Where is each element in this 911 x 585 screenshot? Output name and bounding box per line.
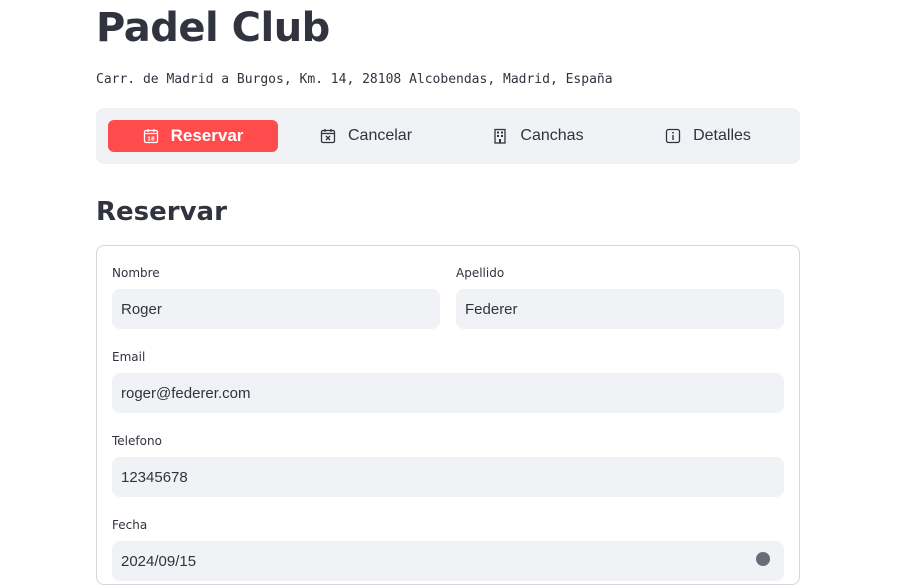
email-input[interactable] <box>112 373 784 413</box>
navigation-menu: 18 Reservar Cancelar Canchas Detalles <box>96 108 800 164</box>
club-address: Carr. de Madrid a Burgos, Km. 14, 28108 … <box>96 72 613 87</box>
nav-item-label: Cancelar <box>347 127 413 144</box>
fecha-input[interactable] <box>112 541 784 581</box>
nav-item-label: Canchas <box>520 127 584 144</box>
clear-date-icon[interactable] <box>756 552 770 566</box>
apellido-label: Apellido <box>456 266 505 280</box>
calendar-x-icon <box>320 128 336 144</box>
telefono-input[interactable] <box>112 457 784 497</box>
fecha-label: Fecha <box>112 518 148 532</box>
nav-item-label: Detalles <box>693 127 751 144</box>
telefono-label: Telefono <box>112 434 162 448</box>
svg-text:18: 18 <box>147 137 155 143</box>
nav-item-canchas[interactable]: Canchas <box>478 120 598 152</box>
section-title: Reservar <box>96 197 227 227</box>
nav-item-label: Reservar <box>170 126 244 145</box>
nav-item-cancelar[interactable]: Cancelar <box>306 120 426 152</box>
apellido-input[interactable] <box>456 289 784 329</box>
nav-item-reservar[interactable]: 18 Reservar <box>108 120 278 152</box>
nav-item-detalles[interactable]: Detalles <box>648 120 768 152</box>
calendar-icon: 18 <box>143 128 159 144</box>
nombre-input[interactable] <box>112 289 440 329</box>
info-icon <box>665 128 681 144</box>
app-title: Padel Club <box>96 5 330 51</box>
nombre-label: Nombre <box>112 266 160 280</box>
building-icon <box>492 128 508 144</box>
email-label: Email <box>112 350 146 364</box>
